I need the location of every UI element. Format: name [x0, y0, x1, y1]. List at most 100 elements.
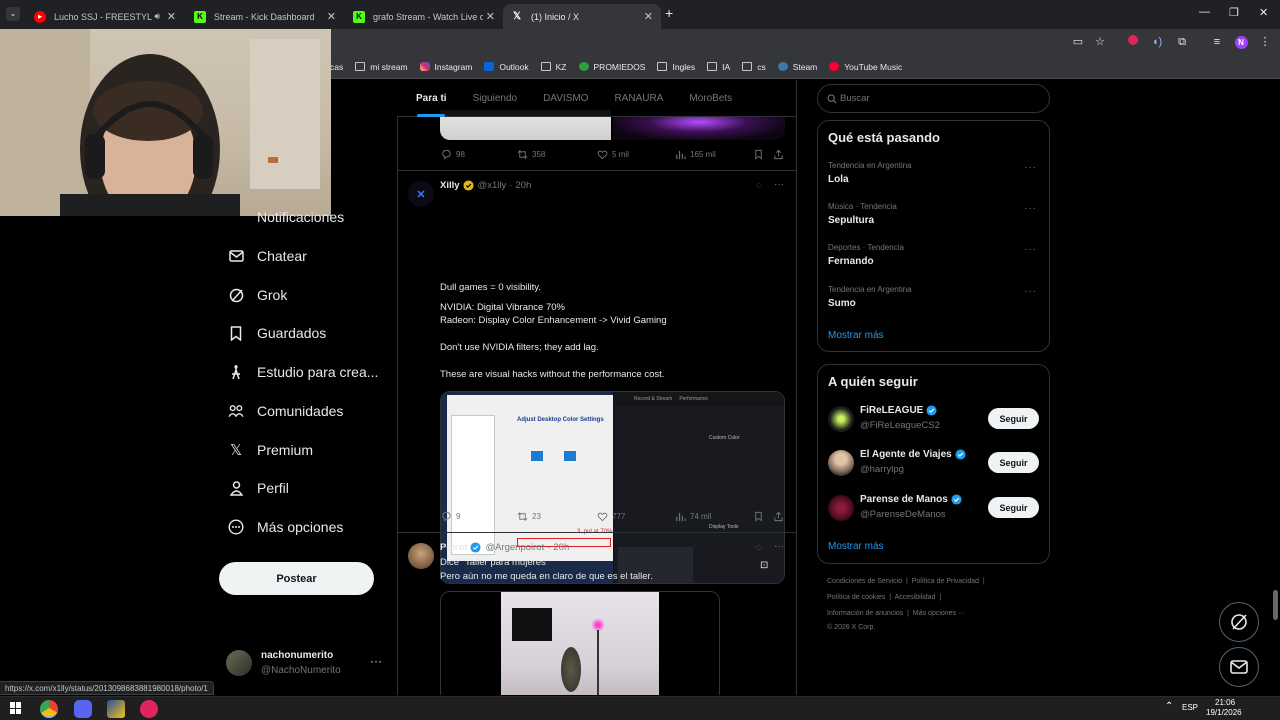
post-button[interactable]: Postear [219, 562, 374, 595]
tweet-author-name[interactable]: Poirot [440, 542, 467, 553]
browser-tab-3[interactable]: K grafo Stream - Watch Live on K ✕ [345, 4, 503, 29]
like-button[interactable]: 777 [597, 511, 625, 522]
grok-analyze-icon[interactable]: ◌ [756, 180, 762, 191]
tab-para-ti[interactable]: Para ti [403, 80, 460, 117]
footer-link[interactable]: Política de Privacidad [912, 578, 979, 585]
scrollbar-thumb[interactable] [1273, 590, 1278, 620]
bookmark-item[interactable]: Steam [777, 62, 817, 72]
follow-suggestion[interactable]: El Agente de Viajes @harrylpg Seguir [818, 445, 1049, 485]
tab-ranaura[interactable]: RANAURA [601, 80, 676, 117]
bookmark-item[interactable]: Instagram [419, 62, 472, 72]
footer-link[interactable]: Información de anuncios [827, 610, 903, 617]
tab-morobets[interactable]: MoroBets [676, 80, 745, 117]
bookmark-item[interactable]: KZ [540, 62, 567, 72]
views-button[interactable]: 165 mil [675, 149, 716, 160]
follow-button[interactable]: Seguir [988, 452, 1039, 473]
like-button[interactable]: 5 mil [597, 149, 629, 160]
footer-link[interactable]: Accesibilidad [895, 594, 936, 601]
language-indicator[interactable]: ESP [1182, 703, 1198, 712]
trend-item[interactable]: Deportes · Tendencia Fernando ··· [818, 240, 1049, 278]
follow-suggestion[interactable]: Parense de Manos @ParenseDeManos Seguir [818, 490, 1049, 530]
tweet-poirot[interactable]: Poirot @Argenpoirot · 20h ◌ ··· Dice "Ta… [398, 533, 796, 695]
bookmark-button[interactable] [753, 149, 768, 160]
new-tab-button[interactable]: + [665, 5, 673, 21]
nav-item-notificaciones[interactable]: Notificaciones [228, 209, 344, 225]
tweet-handle[interactable]: @Argenpoirot [485, 542, 544, 553]
nav-item-guardados[interactable]: Guardados [228, 325, 326, 341]
share-button[interactable] [773, 149, 788, 160]
account-more-icon[interactable]: ··· [370, 654, 382, 668]
cast-icon[interactable]: ▭ [1071, 35, 1085, 49]
close-tab-icon[interactable]: ✕ [167, 10, 176, 23]
discord-taskbar-icon[interactable] [74, 700, 92, 718]
chrome-taskbar-icon[interactable] [40, 700, 58, 718]
tweet-time[interactable]: 20h [553, 542, 569, 553]
fireleague-avatar[interactable] [828, 406, 854, 432]
trend-item[interactable]: Tendencia en Argentina Lola ··· [818, 157, 1049, 195]
bookmark-item[interactable]: cs [742, 62, 766, 72]
follow-suggestion[interactable]: FiReLEAGUE @FiReLeagueCS2 Seguir [818, 401, 1049, 441]
minimize-icon[interactable]: — [1199, 6, 1210, 18]
bookmark-item[interactable]: IA [707, 62, 730, 72]
bookmark-button[interactable] [753, 511, 768, 522]
tweet-author-name[interactable]: Xilly [440, 180, 460, 191]
nav-item-premium[interactable]: 𝕏 Premium [228, 442, 313, 459]
bookmark-item[interactable]: Ingles [657, 62, 695, 72]
follow-show-more[interactable]: Mostrar más [828, 541, 884, 552]
close-window-icon[interactable]: ✕ [1259, 6, 1268, 19]
tweet-media[interactable] [440, 591, 720, 695]
extensions-puzzle-icon[interactable]: ⧉ [1175, 35, 1189, 49]
clock-date[interactable]: 19/1/2026 [1206, 708, 1242, 717]
account-switcher[interactable]: nachonumerito @NachoNumerito ··· [226, 648, 386, 682]
trend-more-icon[interactable]: ··· [1024, 162, 1037, 173]
nav-item-perfil[interactable]: Perfil [228, 480, 289, 496]
profile-avatar[interactable]: N [1234, 35, 1248, 49]
trend-more-icon[interactable]: ··· [1024, 286, 1037, 297]
tweet-handle[interactable]: @x1lly [478, 180, 507, 191]
bookmark-item[interactable]: PROMIEDOS [578, 62, 645, 72]
tweet-more-icon[interactable]: ··· [774, 179, 784, 190]
messages-float-button[interactable] [1219, 647, 1259, 687]
browser-tab-1[interactable]: ▶ Lucho SSJ - FREESTYLE - Yo 🔊︎ ✕ [26, 4, 184, 29]
nav-item-comunidades[interactable]: Comunidades [228, 403, 343, 419]
tab-siguiendo[interactable]: Siguiendo [460, 80, 530, 117]
tweet-xilly[interactable]: ✕ Xilly @x1lly · 20h ◌ ··· Dull games = … [398, 171, 796, 584]
extension-red-icon[interactable] [1126, 35, 1140, 49]
follow-button[interactable]: Seguir [988, 497, 1039, 518]
reply-button[interactable]: 9 [441, 511, 460, 522]
footer-link[interactable]: Condiciones de Servicio [827, 578, 902, 585]
repost-button[interactable]: 358 [517, 149, 545, 160]
trend-item[interactable]: Tendencia en Argentina Sumo ··· [818, 281, 1049, 319]
nav-item-mas-opciones[interactable]: Más opciones [228, 519, 343, 535]
page-scrollbar[interactable] [1272, 80, 1280, 695]
bookmark-star-icon[interactable]: ☆ [1093, 35, 1107, 49]
browser-menu-icon[interactable]: ⋮ [1258, 35, 1272, 49]
trend-more-icon[interactable]: ··· [1024, 203, 1037, 214]
tab-davismo[interactable]: DAVISMO [530, 80, 601, 117]
grok-float-button[interactable] [1219, 602, 1259, 642]
trend-item[interactable]: Música · Tendencia Sepultura ··· [818, 199, 1049, 237]
extension-audio-icon[interactable]: ◖) [1150, 35, 1164, 49]
footer-link[interactable]: Política de cookies [827, 594, 885, 601]
reply-button[interactable]: 98 [441, 149, 465, 160]
nav-item-estudio[interactable]: Estudio para crea... [228, 364, 378, 380]
browser-tab-4[interactable]: 𝕏 (1) Inicio / X ✕ [503, 4, 661, 29]
footer-link[interactable]: Más opciones ··· [913, 610, 965, 617]
bookmark-item[interactable]: mi stream [355, 62, 408, 72]
close-tab-icon[interactable]: ✕ [327, 10, 336, 23]
windows-start-icon[interactable] [10, 702, 22, 714]
repost-button[interactable]: 23 [517, 511, 541, 522]
parense-de-manos-avatar[interactable] [828, 495, 854, 521]
tweet-time[interactable]: 20h [515, 180, 531, 191]
browser-tab-2[interactable]: K Stream - Kick Dashboard ✕ [186, 4, 344, 29]
tab-search-button[interactable]: ⌄ [6, 7, 20, 21]
search-input[interactable]: Buscar [817, 84, 1050, 113]
restore-icon[interactable]: ❐ [1229, 6, 1239, 19]
views-button[interactable]: 74 mil [675, 511, 711, 522]
tray-chevron-icon[interactable]: ⌃ [1165, 701, 1173, 712]
trend-more-icon[interactable]: ··· [1024, 244, 1037, 255]
close-tab-icon[interactable]: ✕ [644, 10, 653, 23]
agente-de-viajes-avatar[interactable] [828, 450, 854, 476]
tweet-avatar[interactable]: ✕ [408, 181, 434, 207]
tweet-more-icon[interactable]: ··· [774, 541, 784, 552]
